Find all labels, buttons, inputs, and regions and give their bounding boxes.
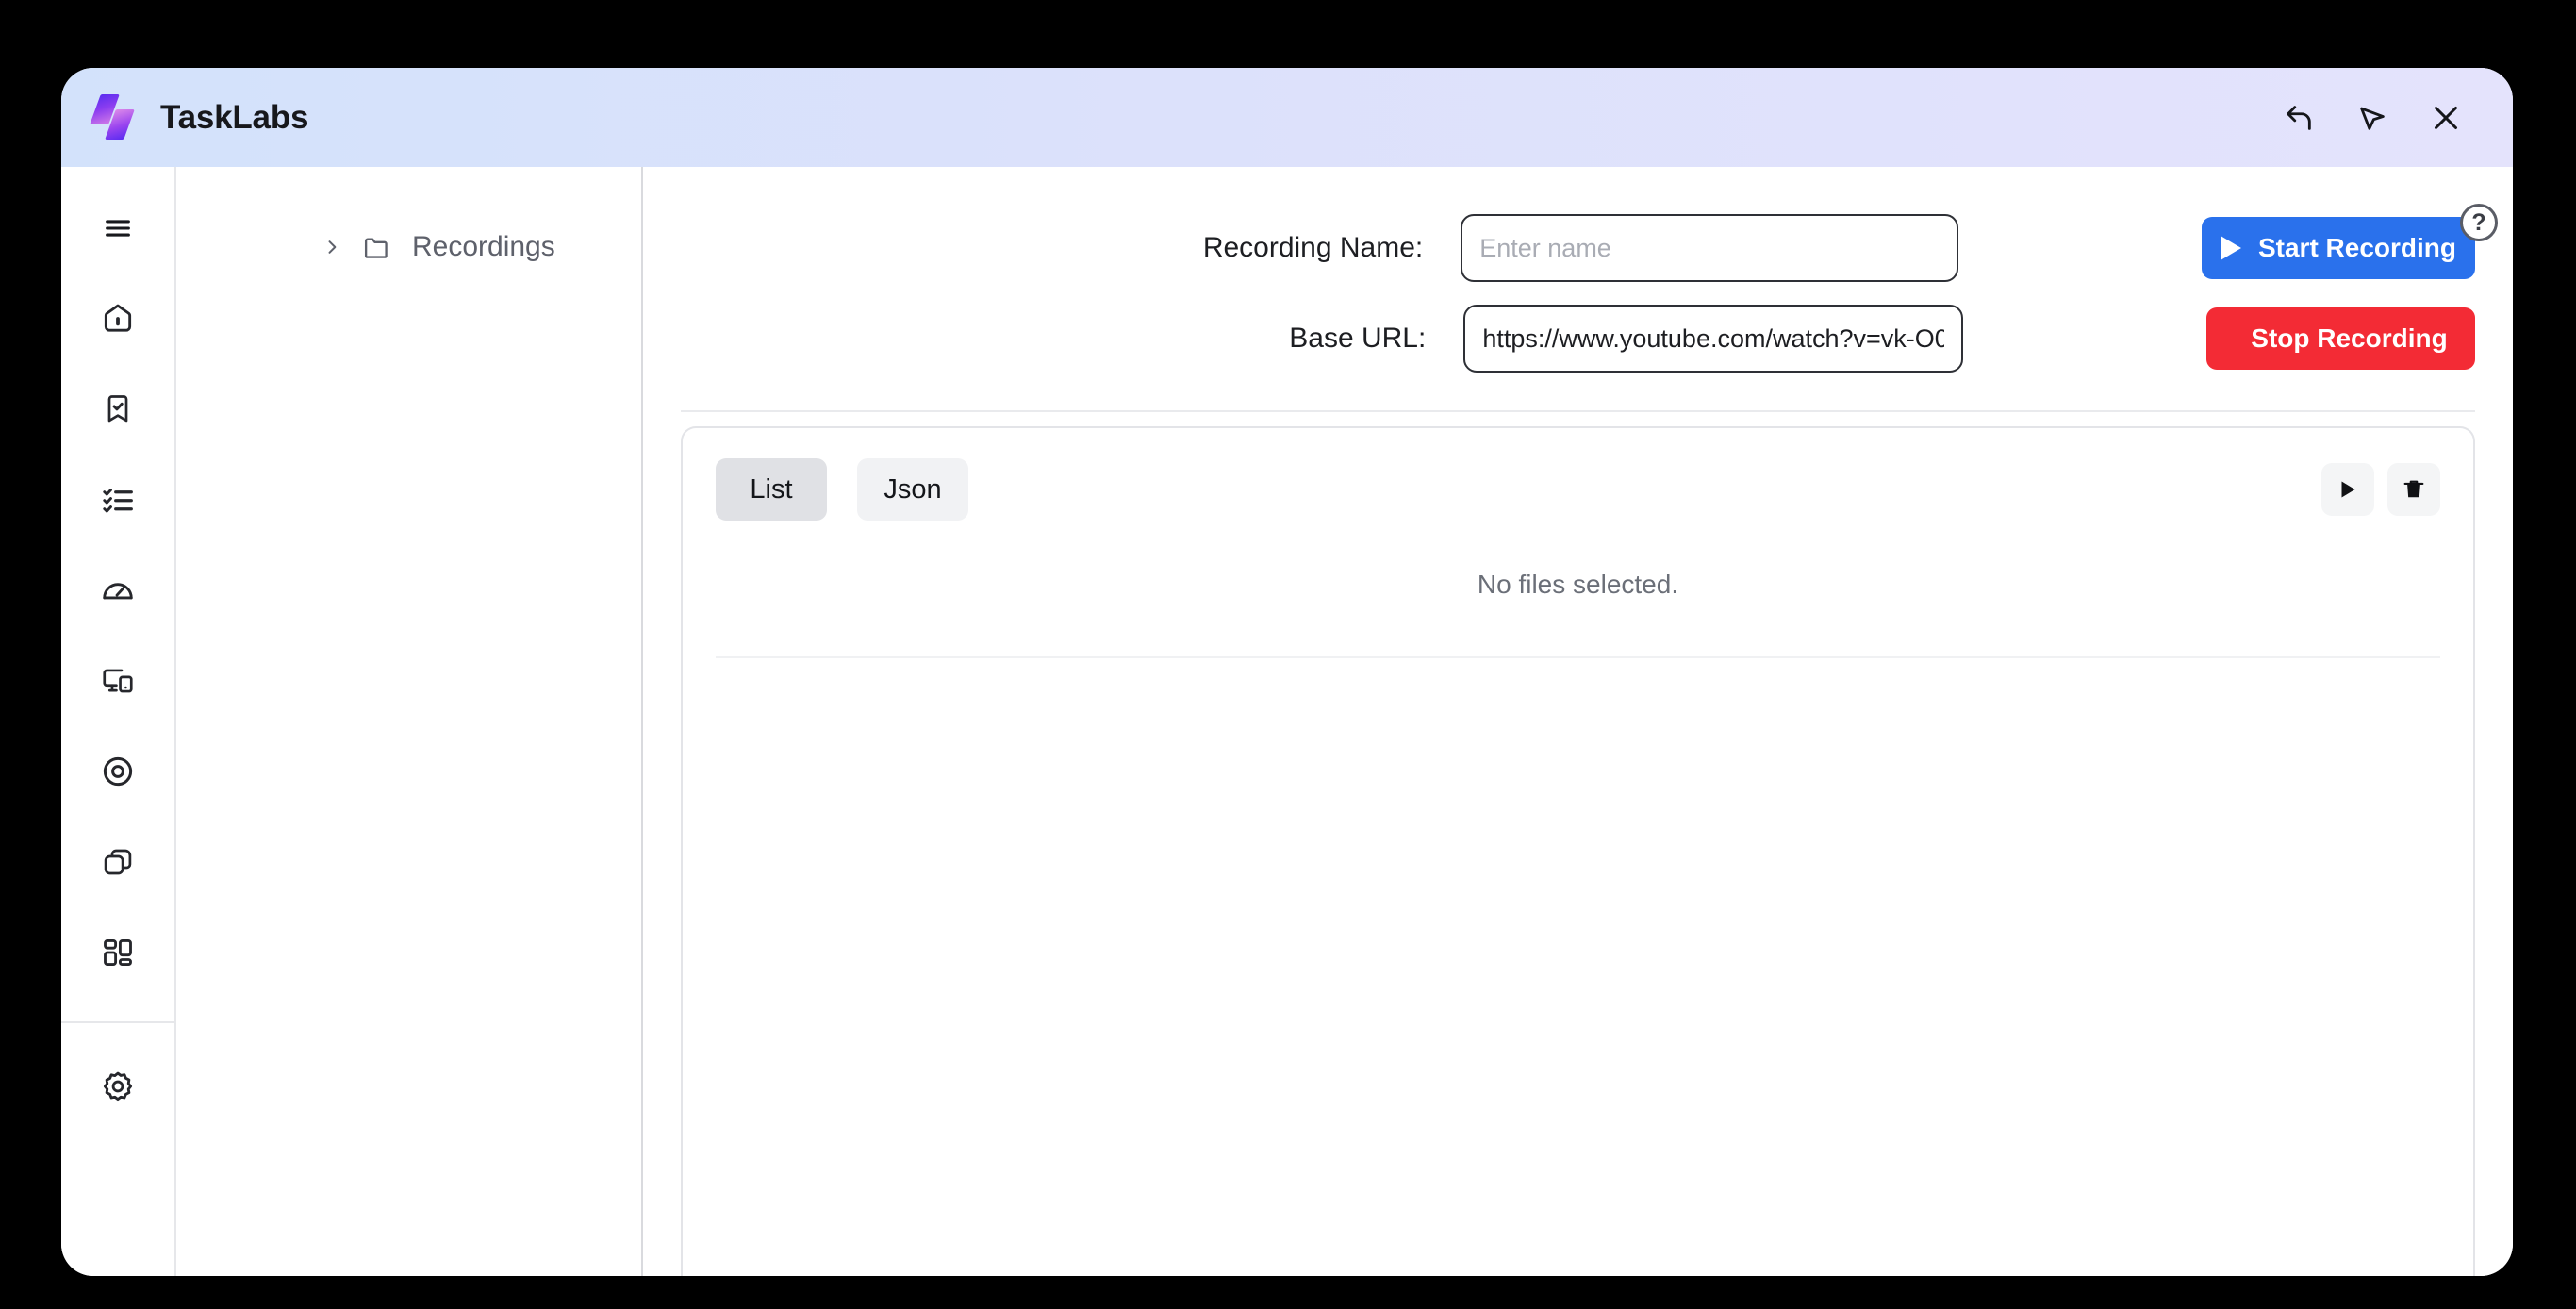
record-target-icon bbox=[100, 754, 136, 789]
checklist-icon bbox=[101, 483, 135, 517]
sidebar-item-layers[interactable] bbox=[89, 833, 147, 891]
recording-name-input[interactable] bbox=[1461, 214, 1958, 282]
chevron-right-icon[interactable] bbox=[322, 238, 341, 257]
gauge-icon bbox=[100, 572, 136, 608]
recording-name-row: Recording Name: Start Recording ? bbox=[681, 204, 2498, 282]
sidebar-item-devices[interactable] bbox=[89, 652, 147, 710]
start-recording-slot: Start Recording ? bbox=[2202, 204, 2498, 279]
hamburger-menu-icon bbox=[102, 212, 134, 244]
lightning-bolt-logo bbox=[90, 93, 139, 142]
tree-item-recordings[interactable]: Recordings bbox=[176, 225, 641, 269]
titlebar-actions bbox=[2277, 96, 2468, 140]
stop-recording-button[interactable]: Stop Recording bbox=[2206, 307, 2475, 370]
sidebar-item-performance[interactable] bbox=[89, 561, 147, 620]
empty-state-message: No files selected. bbox=[716, 521, 2440, 658]
start-recording-label: Start Recording bbox=[2257, 233, 2457, 262]
results-list-area bbox=[716, 658, 2440, 1276]
folder-icon bbox=[362, 233, 391, 262]
brand: TaskLabs bbox=[90, 93, 308, 142]
stop-recording-slot: Stop Recording bbox=[2206, 307, 2475, 370]
results-toolbar: List Json bbox=[716, 428, 2440, 521]
app-body: Recordings Recording Name: Start Recordi… bbox=[61, 167, 2513, 1276]
recording-form: Recording Name: Start Recording ? Base U… bbox=[681, 167, 2498, 412]
sidebar-item-tasks[interactable] bbox=[89, 471, 147, 529]
close-button[interactable] bbox=[2424, 96, 2468, 140]
tab-list[interactable]: List bbox=[716, 458, 827, 521]
desktop-background: TaskLabs Recordings Recording Name: Ente… bbox=[0, 0, 2576, 1309]
icon-rail bbox=[61, 167, 176, 1276]
close-icon bbox=[2429, 101, 2463, 135]
main-content: Recording Name: Start Recording ? Base U… bbox=[643, 167, 2513, 1276]
app-window: TaskLabs Recordings Recording Name: Ente… bbox=[61, 68, 2513, 1276]
recording-name-label: Recording Name: bbox=[1202, 232, 1424, 263]
recordings-tree-panel: Recordings bbox=[176, 167, 643, 1276]
sidebar-item-settings[interactable] bbox=[89, 1057, 147, 1116]
help-badge[interactable]: ? bbox=[2460, 204, 2498, 241]
tree-item-label: Recordings bbox=[412, 231, 555, 262]
sidebar-item-dashboard[interactable] bbox=[89, 923, 147, 982]
sidebar-item-home[interactable] bbox=[89, 290, 147, 348]
cursor-button[interactable] bbox=[2351, 96, 2394, 140]
base-url-input[interactable] bbox=[1463, 305, 1963, 373]
start-recording-button[interactable]: Start Recording bbox=[2202, 217, 2475, 279]
bookmark-check-icon bbox=[101, 392, 135, 426]
play-selection-button[interactable] bbox=[2321, 463, 2374, 516]
app-title: TaskLabs bbox=[160, 98, 309, 136]
undo-icon bbox=[2283, 102, 2315, 134]
stop-recording-label: Stop Recording bbox=[2251, 323, 2448, 353]
play-icon bbox=[2336, 477, 2360, 502]
layers-copy-icon bbox=[101, 845, 135, 879]
home-shield-icon bbox=[100, 301, 136, 337]
base-url-label: Base URL: bbox=[1289, 323, 1427, 354]
undo-button[interactable] bbox=[2277, 96, 2320, 140]
results-panel: List Json No files selected. bbox=[681, 426, 2475, 1276]
cursor-icon bbox=[2356, 102, 2388, 134]
gear-settings-icon bbox=[100, 1069, 136, 1104]
base-url-row: Base URL: Stop Recording bbox=[681, 305, 2475, 373]
play-icon bbox=[2220, 236, 2241, 260]
rail-divider bbox=[61, 1021, 175, 1023]
sidebar-item-record[interactable] bbox=[89, 742, 147, 801]
tab-json[interactable]: Json bbox=[857, 458, 968, 521]
sidebar-item-menu[interactable] bbox=[89, 199, 147, 257]
devices-icon bbox=[100, 663, 136, 699]
grid-dashboard-icon bbox=[101, 936, 135, 969]
sidebar-item-saved[interactable] bbox=[89, 380, 147, 439]
titlebar: TaskLabs bbox=[61, 68, 2513, 167]
results-wrap: List Json No files selected. bbox=[681, 412, 2475, 1276]
results-actions bbox=[2321, 463, 2440, 516]
delete-selection-button[interactable] bbox=[2387, 463, 2440, 516]
trash-icon bbox=[2402, 477, 2426, 502]
